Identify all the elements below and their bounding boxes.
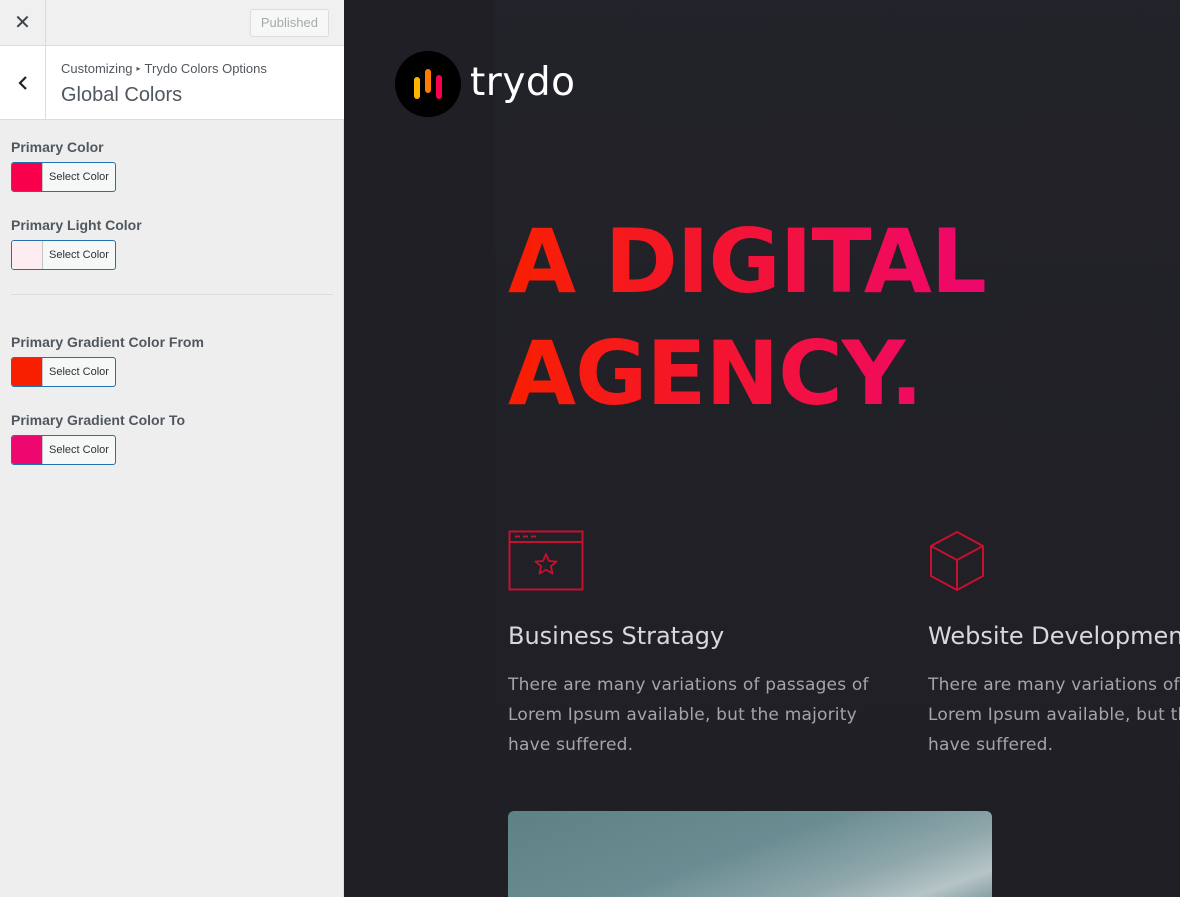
hero-heading: A DIGITAL AGENCY. — [508, 206, 986, 430]
service-card: Business Stratagy There are many variati… — [508, 530, 888, 760]
select-color-label: Select Color — [49, 249, 109, 261]
select-color-label: Select Color — [49, 366, 109, 378]
divider — [11, 294, 333, 295]
close-button[interactable]: ✕ — [0, 0, 46, 45]
service-title: Business Stratagy — [508, 622, 725, 650]
service-title: Website Development — [928, 622, 1180, 650]
service-description: There are many variations of passages of… — [508, 675, 869, 755]
color-swatch — [12, 358, 43, 386]
breadcrumb: Customizing ▸ Trydo Colors Options — [61, 61, 267, 76]
control-label: Primary Light Color — [11, 217, 142, 233]
control-primary-light-color: Primary Light Color Select Color — [11, 216, 333, 274]
color-swatch — [12, 163, 43, 191]
breadcrumb-separator-icon: ▸ — [136, 64, 141, 73]
section-header: Customizing ▸ Trydo Colors Options Global … — [0, 46, 344, 120]
hero-line-2: AGENCY. — [508, 322, 923, 425]
select-color-button[interactable]: Select Color — [11, 162, 116, 192]
color-controls: Primary Color Select Color Primary Light… — [11, 138, 333, 489]
back-button[interactable] — [0, 46, 46, 119]
browser-star-icon — [508, 530, 888, 592]
site-preview: trydo A DIGITAL AGENCY. Business Stratag… — [345, 0, 1180, 897]
control-gradient-to: Primary Gradient Color To Select Color — [11, 411, 333, 469]
background-pattern — [495, 0, 1180, 897]
control-label: Primary Gradient Color From — [11, 334, 204, 350]
control-label: Primary Gradient Color To — [11, 412, 185, 428]
site-logo[interactable]: trydo — [395, 51, 576, 117]
breadcrumb-root: Customizing — [61, 61, 133, 76]
chevron-left-icon — [17, 75, 27, 90]
logo-mark-icon — [395, 51, 461, 117]
select-color-button[interactable]: Select Color — [11, 435, 116, 465]
select-color-label: Select Color — [49, 171, 109, 183]
control-label: Primary Color — [11, 139, 104, 155]
service-description: There are many variations of passages of… — [928, 675, 1180, 755]
select-color-button[interactable]: Select Color — [11, 240, 116, 270]
control-gradient-from: Primary Gradient Color From Select Color — [11, 333, 333, 391]
service-card: Website Development There are many varia… — [928, 530, 1180, 760]
color-swatch — [12, 436, 43, 464]
logo-text: trydo — [470, 59, 576, 105]
color-swatch — [12, 241, 43, 269]
hero-line-1: A DIGITAL — [508, 210, 986, 313]
select-color-button[interactable]: Select Color — [11, 357, 116, 387]
featured-image — [508, 811, 992, 897]
select-color-label: Select Color — [49, 444, 109, 456]
close-icon: ✕ — [14, 12, 31, 34]
customizer-sidebar: ✕ Published Customizing ▸ Trydo Colors Opt… — [0, 0, 344, 897]
customizer-header: ✕ Published — [0, 0, 344, 46]
control-primary-color: Primary Color Select Color — [11, 138, 333, 196]
cube-icon — [928, 530, 1180, 592]
publish-button[interactable]: Published — [249, 9, 329, 37]
breadcrumb-parent: Trydo Colors Options — [144, 61, 267, 76]
section-title: Global Colors — [61, 84, 183, 106]
